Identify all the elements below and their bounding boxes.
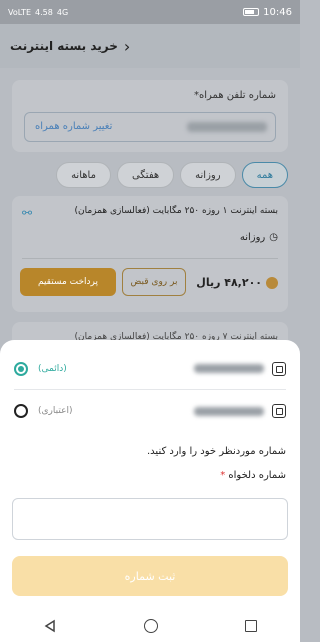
option-prepaid-label: (اعتباری) — [38, 406, 73, 416]
navigation-bar — [0, 610, 300, 642]
submit-number-button[interactable]: ثبت شماره — [12, 556, 288, 596]
back-arrow-icon[interactable]: ‹ — [124, 37, 130, 56]
masked-number-1 — [194, 364, 264, 373]
page-title: خرید بسته اینترنت — [10, 39, 118, 53]
clock-icon: ◷ — [269, 232, 278, 243]
period-tabs: همه روزانه هفتگی ماهانه — [56, 162, 288, 188]
radio-postpaid[interactable] — [14, 361, 28, 376]
tab-weekly[interactable]: هفتگی — [116, 162, 175, 188]
masked-phone-number — [187, 122, 267, 132]
price-value: ۴۸,۲۰۰ ریال — [196, 276, 262, 289]
desired-number-input[interactable] — [12, 498, 288, 540]
package-title: بسته اینترنت ۱ روزه ۲۵۰ مگابایت (فعالساز… — [74, 206, 279, 216]
change-number-link[interactable]: تغییر شماره همراه — [35, 121, 112, 132]
share-icon[interactable]: ⚯ — [22, 206, 32, 220]
phone-label: شماره تلفن همراه* — [194, 90, 276, 101]
number-select-sheet: (دائمی) (اعتباری) شماره موردنظر خود را و… — [0, 340, 300, 610]
option-prepaid[interactable]: (اعتباری) — [14, 390, 286, 432]
pay-on-bill-button[interactable]: بر روی قبض — [122, 268, 186, 296]
phone-card: شماره تلفن همراه* تغییر شماره همراه — [12, 80, 288, 152]
status-bar: VoLTE 4.58 4G 10:46 — [0, 0, 300, 24]
desired-number-text: شماره دلخواه — [228, 470, 286, 481]
masked-number-2 — [194, 406, 264, 416]
desired-number-label: شماره دلخواه * — [220, 470, 286, 481]
nav-home-icon[interactable] — [143, 619, 158, 633]
coin-icon — [266, 276, 278, 289]
phone-field[interactable]: تغییر شماره همراه — [24, 112, 276, 142]
sim-card-icon — [272, 404, 286, 418]
nav-back-icon[interactable] — [43, 619, 57, 633]
option-postpaid-label: (دائمی) — [38, 363, 67, 374]
package-price: ۴۸,۲۰۰ ریال — [196, 276, 278, 289]
tab-monthly[interactable]: ماهانه — [56, 162, 111, 188]
network-indicator: 4G — [56, 7, 69, 17]
divider — [22, 258, 278, 259]
status-time: 10:46 — [263, 6, 292, 18]
nav-recent-icon[interactable] — [244, 620, 257, 632]
instruction-text: شماره موردنظر خود را وارد کنید. — [147, 446, 286, 457]
package-period: ◷ روزانه — [240, 232, 278, 243]
package-card: بسته اینترنت ۱ روزه ۲۵۰ مگابایت (فعالساز… — [12, 196, 288, 312]
radio-prepaid[interactable] — [14, 404, 28, 418]
direct-payment-button[interactable]: پرداخت مستقیم — [20, 268, 116, 296]
status-left: VoLTE 4.58 4G — [8, 8, 68, 17]
required-star: * — [220, 470, 226, 481]
sim-card-icon — [272, 361, 286, 376]
option-postpaid[interactable]: (دائمی) — [14, 348, 286, 390]
status-right: 10:46 — [243, 7, 292, 18]
tab-all[interactable]: همه — [241, 162, 288, 188]
speed-indicator: 4.58 — [35, 7, 53, 17]
battery-icon — [243, 8, 260, 16]
tab-daily[interactable]: روزانه — [180, 162, 236, 188]
package-period-label: روزانه — [239, 232, 266, 243]
app-header: ‹ خرید بسته اینترنت — [0, 24, 300, 68]
volte-indicator: VoLTE — [8, 7, 32, 17]
